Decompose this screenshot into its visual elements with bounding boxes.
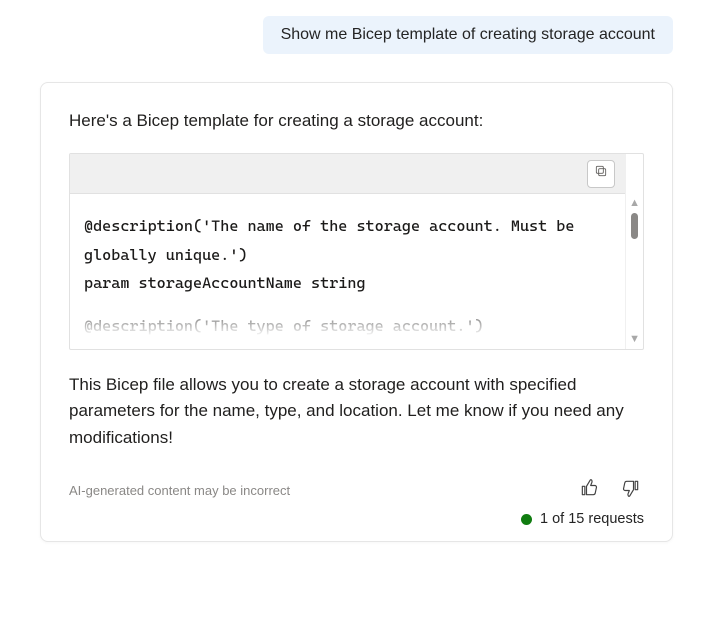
feedback-controls bbox=[576, 477, 644, 503]
thumbs-down-icon bbox=[621, 478, 641, 503]
code-content: @description('The name of the storage ac… bbox=[70, 194, 625, 349]
copy-button[interactable] bbox=[587, 160, 615, 188]
user-message-bubble: Show me Bicep template of creating stora… bbox=[263, 16, 673, 54]
code-block-header bbox=[70, 154, 625, 194]
scroll-down-icon[interactable]: ▼ bbox=[629, 334, 640, 345]
code-scrollbar[interactable]: ▲ ▼ bbox=[625, 154, 643, 349]
status-dot-icon bbox=[521, 514, 532, 525]
code-block: @description('The name of the storage ac… bbox=[69, 153, 644, 350]
thumbs-down-button[interactable] bbox=[618, 477, 644, 503]
ai-disclaimer: AI-generated content may be incorrect bbox=[69, 483, 290, 498]
scroll-thumb[interactable] bbox=[631, 213, 638, 239]
thumbs-up-icon bbox=[579, 478, 599, 503]
assistant-outro: This Bicep file allows you to create a s… bbox=[69, 372, 644, 451]
assistant-response-card: Here's a Bicep template for creating a s… bbox=[40, 82, 673, 542]
code-peek-text: @description('The type of storage accoun… bbox=[84, 298, 611, 341]
code-visible-text: @description('The name of the storage ac… bbox=[84, 217, 584, 292]
thumbs-up-button[interactable] bbox=[576, 477, 602, 503]
assistant-intro: Here's a Bicep template for creating a s… bbox=[69, 111, 644, 131]
usage-status: 1 of 15 requests bbox=[69, 511, 644, 527]
copy-icon bbox=[594, 164, 608, 183]
scroll-up-icon[interactable]: ▲ bbox=[629, 198, 640, 209]
user-message-text: Show me Bicep template of creating stora… bbox=[281, 26, 655, 43]
usage-text: 1 of 15 requests bbox=[540, 511, 644, 527]
